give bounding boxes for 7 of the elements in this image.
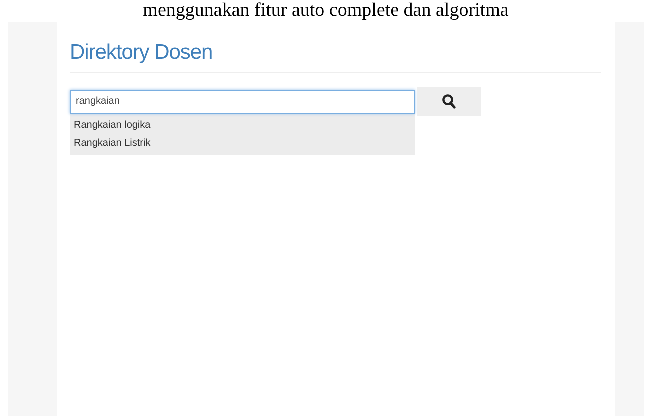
search-icon	[442, 94, 456, 109]
document-caption: menggunakan fitur auto complete dan algoritma	[143, 0, 509, 22]
suggestion-item[interactable]: Rangkaian logika	[70, 116, 415, 134]
page-title: Direktory Dosen	[70, 40, 214, 66]
suggestion-item[interactable]: Rangkaian Listrik	[70, 134, 415, 152]
search-button[interactable]	[417, 87, 481, 116]
search-field[interactable]: rangkaian	[70, 90, 415, 114]
